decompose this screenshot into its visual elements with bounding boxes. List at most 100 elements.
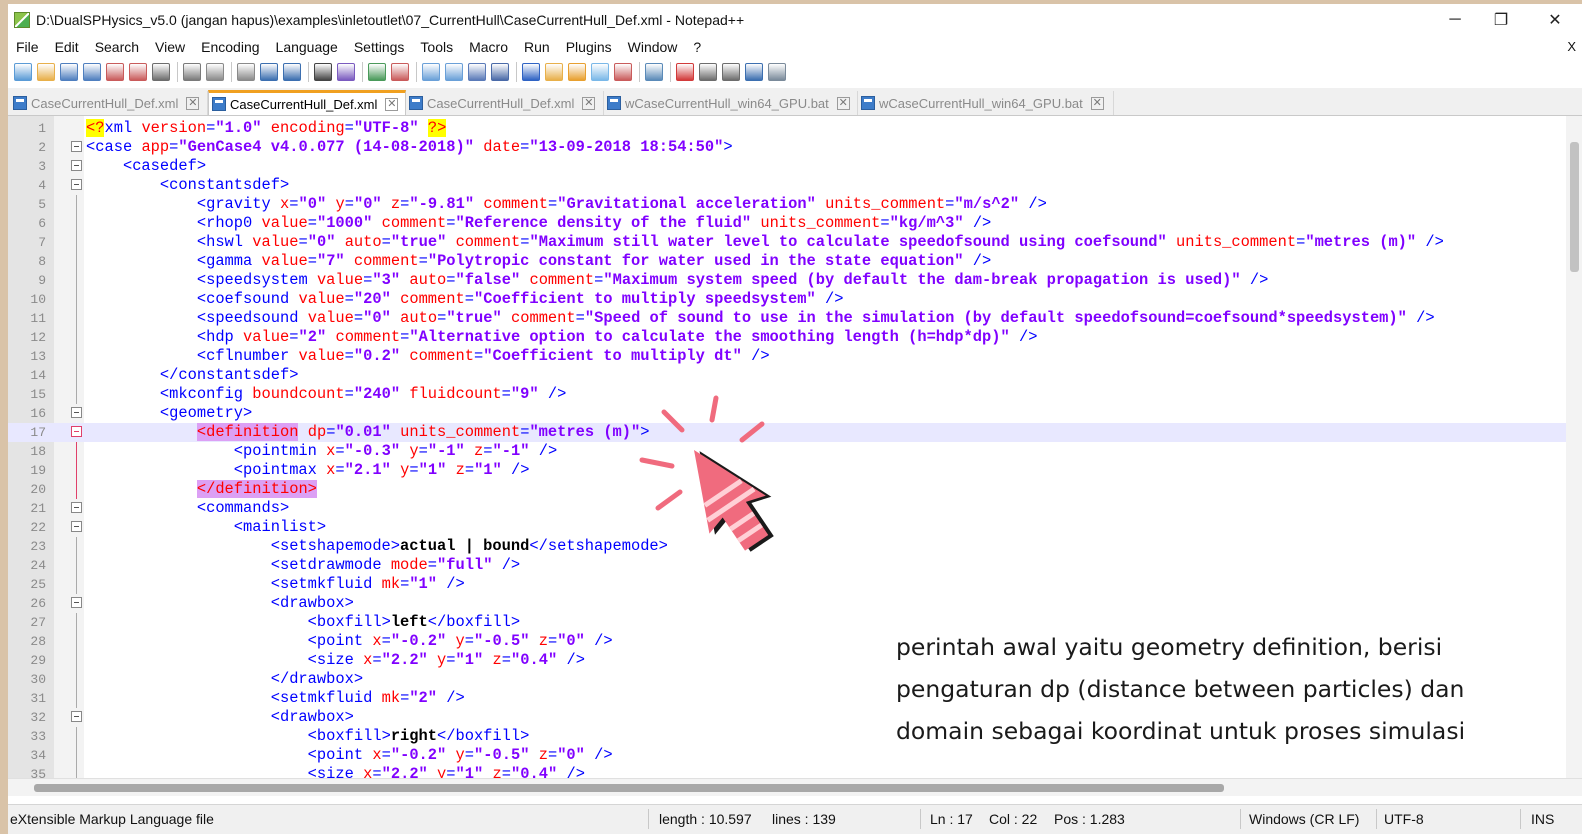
fold-toggle-icon[interactable]	[71, 407, 82, 418]
code-line[interactable]: 11 <speedsound value="0" auto="true" com…	[8, 309, 1568, 328]
code-line[interactable]: 24 <setdrawmode mode="full" />	[8, 556, 1568, 575]
menu-macro[interactable]: Macro	[461, 36, 516, 58]
vertical-scroll-thumb[interactable]	[1570, 142, 1579, 272]
code-line[interactable]: 19 <pointmax x="2.1" y="1" z="1" />	[8, 461, 1568, 480]
copy-icon[interactable]	[206, 63, 224, 81]
tab-1[interactable]: CaseCurrentHull_Def.xml ✕	[10, 91, 208, 115]
menu-edit[interactable]: Edit	[47, 36, 87, 58]
close-all-icon[interactable]	[129, 63, 147, 81]
code-line[interactable]: 3 <casedef>	[8, 157, 1568, 176]
menu-language[interactable]: Language	[268, 36, 346, 58]
code-line[interactable]: 22 <mainlist>	[8, 518, 1568, 537]
find-icon[interactable]	[314, 63, 332, 81]
save-icon[interactable]	[60, 63, 78, 81]
monitor-icon[interactable]	[645, 63, 663, 81]
print-icon[interactable]	[152, 63, 170, 81]
menu-view[interactable]: View	[147, 36, 193, 58]
save-all-icon[interactable]	[83, 63, 101, 81]
indent-guide-icon[interactable]	[522, 63, 540, 81]
fold-toggle-icon[interactable]	[71, 711, 82, 722]
menu-window[interactable]: Window	[620, 36, 686, 58]
tab-close-icon[interactable]: ✕	[1090, 96, 1104, 110]
code-line[interactable]: 5 <gravity x="0" y="0" z="-9.81" comment…	[8, 195, 1568, 214]
new-file-icon[interactable]	[14, 63, 32, 81]
show-all-chars-icon[interactable]	[491, 63, 509, 81]
tab-close-icon[interactable]: ✕	[186, 96, 200, 110]
code-line[interactable]: 20 </definition>	[8, 480, 1568, 499]
fold-toggle-icon[interactable]	[71, 179, 82, 190]
menu-help[interactable]: ?	[685, 36, 709, 58]
code-line[interactable]: 18 <pointmin x="-0.3" y="-1" z="-1" />	[8, 442, 1568, 461]
close-icon[interactable]	[106, 63, 124, 81]
sync-v-icon[interactable]	[422, 63, 440, 81]
fold-toggle-icon[interactable]	[71, 597, 82, 608]
zoom-out-icon[interactable]	[391, 63, 409, 81]
paste-icon[interactable]	[237, 63, 255, 81]
doc-map-icon[interactable]	[568, 63, 586, 81]
menu-settings[interactable]: Settings	[346, 36, 413, 58]
minimize-button[interactable]: ─	[1432, 4, 1478, 36]
code-line[interactable]: 21 <commands>	[8, 499, 1568, 518]
open-file-icon[interactable]	[37, 63, 55, 81]
code-line[interactable]: 10 <coefsound value="20" comment="Coeffi…	[8, 290, 1568, 309]
code-text: <commands>	[196, 499, 290, 517]
fold-toggle-icon[interactable]	[71, 141, 82, 152]
zoom-in-icon[interactable]	[368, 63, 386, 81]
sync-h-icon[interactable]	[445, 63, 463, 81]
code-line[interactable]: 2 <case app="GenCase4 v4.0.077 (14-08-201…	[8, 138, 1568, 157]
menu-tools[interactable]: Tools	[412, 36, 461, 58]
save-macro-icon[interactable]	[768, 63, 786, 81]
tab-4[interactable]: wCaseCurrentHull_win64_GPU.bat ✕	[604, 91, 858, 115]
code-line[interactable]: 4 <constantsdef>	[8, 176, 1568, 195]
fold-toggle-icon[interactable]	[71, 502, 82, 513]
code-line[interactable]: 17 <definition dp="0.01" units_comment="…	[8, 423, 1568, 442]
status-eol[interactable]: Windows (CR LF)	[1249, 805, 1359, 833]
close-button[interactable]: ✕	[1532, 4, 1578, 36]
redo-icon[interactable]	[283, 63, 301, 81]
word-wrap-icon[interactable]	[468, 63, 486, 81]
menu-plugins[interactable]: Plugins	[558, 36, 620, 58]
close-document-x[interactable]: X	[1567, 36, 1576, 58]
fold-toggle-icon[interactable]	[71, 426, 82, 437]
menu-encoding[interactable]: Encoding	[193, 36, 267, 58]
stop-macro-icon[interactable]	[699, 63, 717, 81]
code-line[interactable]: 9 <speedsystem value="3" auto="false" co…	[8, 271, 1568, 290]
code-line[interactable]: 26 <drawbox>	[8, 594, 1568, 613]
menu-search[interactable]: Search	[87, 36, 147, 58]
cut-icon[interactable]	[183, 63, 201, 81]
folder-workspace-icon[interactable]	[614, 63, 632, 81]
code-line[interactable]: 13 <cflnumber value="0.2" comment="Coeff…	[8, 347, 1568, 366]
code-line[interactable]: 16 <geometry>	[8, 404, 1568, 423]
tab-3[interactable]: CaseCurrentHull_Def.xml ✕	[406, 91, 604, 115]
horizontal-scrollbar[interactable]	[8, 778, 1582, 796]
code-line[interactable]: 1 <?xml version="1.0" encoding="UTF-8" ?>	[8, 119, 1568, 138]
tab-close-icon[interactable]: ✕	[582, 96, 596, 110]
code-line[interactable]: 8 <gamma value="7" comment="Polytropic c…	[8, 252, 1568, 271]
fold-toggle-icon[interactable]	[71, 160, 82, 171]
tab-5[interactable]: wCaseCurrentHull_win64_GPU.bat ✕	[858, 91, 1114, 115]
fold-toggle-icon[interactable]	[71, 521, 82, 532]
code-line[interactable]: 15 <mkconfig boundcount="240" fluidcount…	[8, 385, 1568, 404]
menu-file[interactable]: File	[8, 36, 47, 58]
code-line[interactable]: 14 </constantsdef>	[8, 366, 1568, 385]
horizontal-scroll-thumb[interactable]	[34, 784, 1224, 792]
code-line[interactable]: 6 <rhop0 value="1000" comment="Reference…	[8, 214, 1568, 233]
code-line[interactable]: 7 <hswl value="0" auto="true" comment="M…	[8, 233, 1568, 252]
run-macro-multiple-icon[interactable]	[745, 63, 763, 81]
code-line[interactable]: 25 <setmkfluid mk="1" />	[8, 575, 1568, 594]
code-line[interactable]: 23 <setshapemode>actual | bound</setshap…	[8, 537, 1568, 556]
udl-icon[interactable]	[545, 63, 563, 81]
vertical-scrollbar[interactable]	[1566, 116, 1582, 778]
function-list-icon[interactable]	[591, 63, 609, 81]
restore-button[interactable]: ❐	[1478, 4, 1524, 36]
play-macro-icon[interactable]	[722, 63, 740, 81]
status-encoding[interactable]: UTF-8	[1384, 805, 1424, 833]
tab-close-icon[interactable]: ✕	[385, 97, 399, 111]
record-macro-icon[interactable]	[676, 63, 694, 81]
undo-icon[interactable]	[260, 63, 278, 81]
menu-run[interactable]: Run	[516, 36, 558, 58]
replace-icon[interactable]	[337, 63, 355, 81]
tab-2-active[interactable]: CaseCurrentHull_Def.xml ✕	[208, 90, 406, 115]
code-line[interactable]: 12 <hdp value="2" comment="Alternative o…	[8, 328, 1568, 347]
tab-close-icon[interactable]: ✕	[836, 96, 850, 110]
